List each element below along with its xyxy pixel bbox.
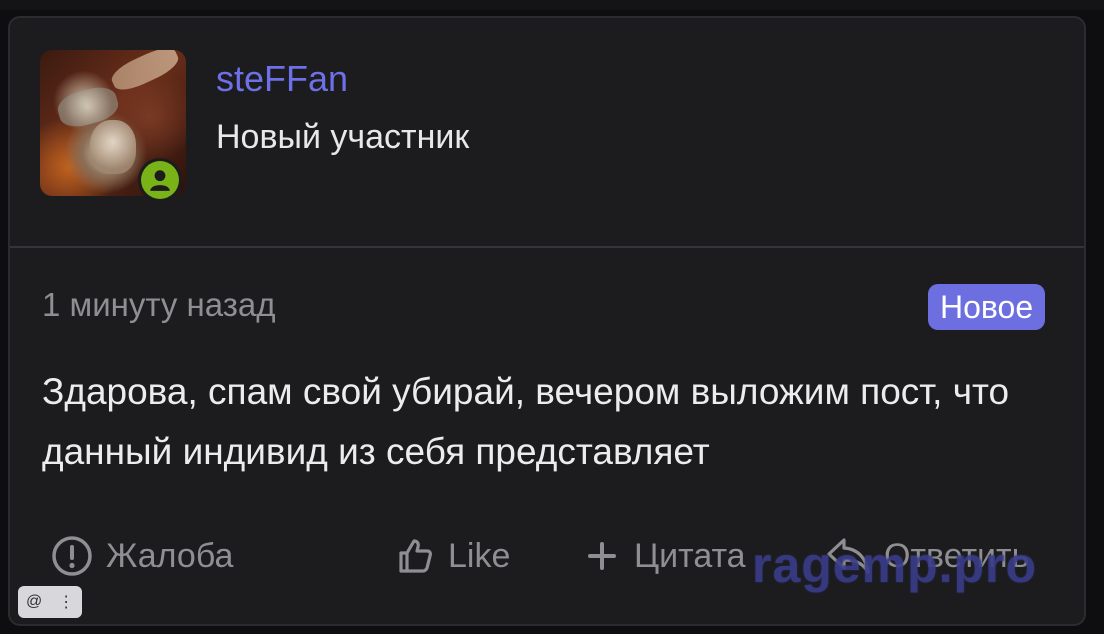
warning-circle-icon xyxy=(52,536,92,576)
post-timestamp[interactable]: 1 минуту назад xyxy=(42,286,275,324)
author-role: Новый участник xyxy=(216,118,470,156)
avatar-detail xyxy=(90,120,136,174)
quote-button[interactable]: Цитата xyxy=(582,526,746,586)
plus-icon xyxy=(588,542,616,570)
quote-label: Цитата xyxy=(634,536,746,575)
post-message: Здарова, спам свой убирай, вечером вылож… xyxy=(42,371,1010,472)
site-watermark: ragemp.pro xyxy=(752,537,1038,593)
top-strip xyxy=(0,0,1104,10)
online-status-badge xyxy=(138,158,182,202)
new-badge: Новое xyxy=(928,284,1046,330)
like-button[interactable]: Like xyxy=(394,526,510,586)
post-card: steFFan Новый участник 1 минуту назад Но… xyxy=(8,16,1086,626)
at-icon[interactable]: @ xyxy=(26,593,42,611)
floating-toolbar[interactable]: @ ⋮ xyxy=(18,586,82,618)
avatar-detail xyxy=(107,50,183,96)
like-label: Like xyxy=(448,536,511,575)
user-icon xyxy=(141,161,179,199)
more-vertical-icon[interactable]: ⋮ xyxy=(58,592,74,612)
report-label: Жалоба xyxy=(106,536,234,575)
report-button[interactable]: Жалоба xyxy=(50,526,233,586)
thumbs-up-icon xyxy=(399,539,432,573)
post-header: steFFan Новый участник xyxy=(10,18,1084,248)
author-username[interactable]: steFFan xyxy=(216,58,348,100)
